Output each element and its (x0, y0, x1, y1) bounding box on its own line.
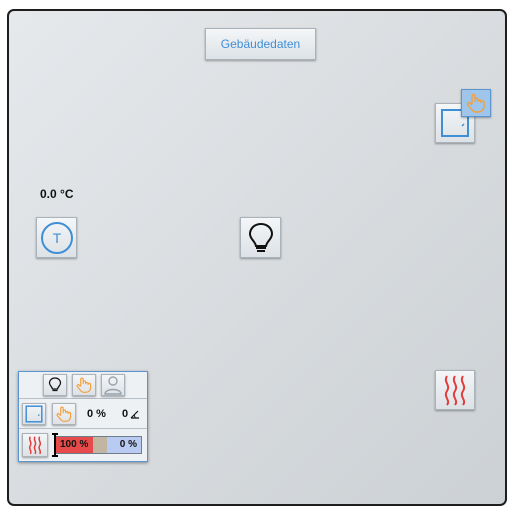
panel-light-button[interactable] (43, 374, 67, 396)
heating-icon (444, 375, 466, 406)
window-icon (25, 405, 43, 423)
heating-icon (28, 436, 42, 455)
person-icon (104, 376, 122, 395)
panel-shade-manual-button[interactable] (52, 403, 76, 425)
manual-override-button[interactable] (461, 89, 491, 117)
tilt-angle-value: 0 (122, 408, 129, 420)
building-data-button[interactable]: Gebäudedaten (205, 28, 316, 60)
shade-position-value: 0 % (87, 408, 106, 420)
panel-presence-button[interactable] (101, 374, 125, 396)
hand-icon (466, 93, 485, 113)
cooling-value: 0 % (119, 439, 137, 450)
panel-window-button[interactable] (22, 403, 46, 425)
setpoint-marker[interactable] (52, 433, 58, 457)
temperature-sensor-button[interactable]: T (36, 217, 77, 258)
panel-mode-row (19, 372, 147, 399)
panel-manual-button[interactable] (72, 374, 96, 396)
light-bulb-icon (48, 377, 62, 392)
hand-icon (56, 406, 72, 422)
heating-value: 100 % (60, 439, 89, 450)
building-view: Gebäudedaten 0.0 °C T 0 % 0 100 % 0 % (7, 9, 507, 506)
temperature-value: 0.0 °C (40, 187, 74, 201)
hand-icon (76, 377, 92, 393)
room-control-panel: 0 % 0 100 % 0 % (18, 371, 148, 462)
svg-text:T: T (52, 230, 61, 246)
panel-shade-row: 0 % 0 (19, 399, 147, 429)
heating-button[interactable] (435, 370, 475, 410)
thermometer-icon: T (40, 221, 73, 254)
angle-icon (130, 410, 139, 419)
panel-heating-button[interactable] (22, 433, 48, 457)
light-button[interactable] (240, 217, 281, 258)
bar-neutral-fill (93, 437, 107, 453)
heating-cooling-bar[interactable]: 100 % 0 % (55, 436, 142, 454)
light-bulb-icon (248, 222, 273, 252)
